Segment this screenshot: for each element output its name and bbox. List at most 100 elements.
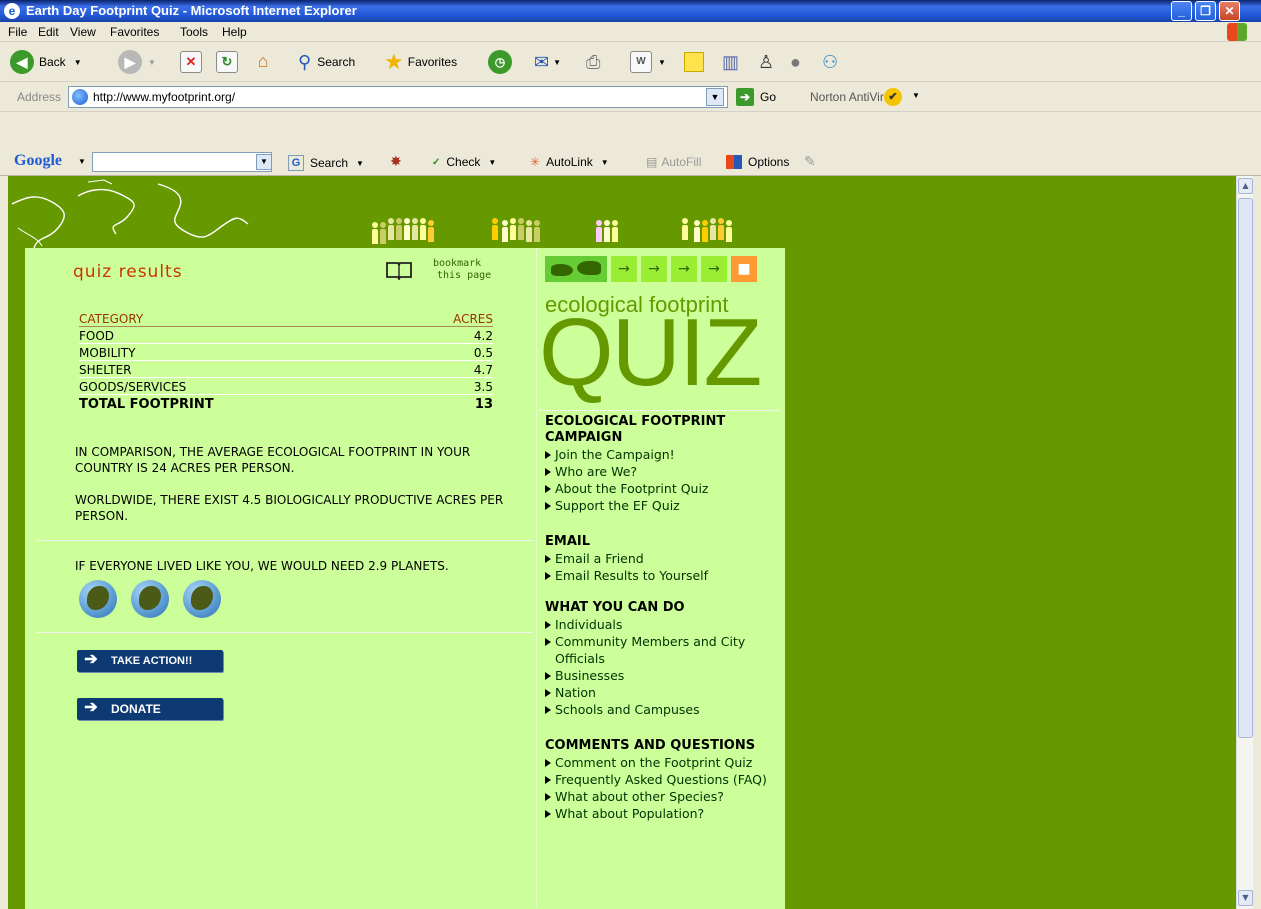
google-logo[interactable]: Google: [14, 152, 62, 170]
stop-button[interactable]: ✕: [180, 50, 202, 74]
check-dropdown-icon[interactable]: ▼: [488, 158, 496, 167]
quiz-step-4[interactable]: →: [701, 256, 727, 282]
options-button[interactable]: Options: [726, 155, 789, 169]
address-dropdown-icon[interactable]: ▼: [706, 88, 724, 106]
notes-button[interactable]: [684, 50, 704, 74]
menu-view[interactable]: View: [70, 25, 96, 39]
scroll-thumb[interactable]: [1238, 198, 1253, 738]
quiz-step-1[interactable]: →: [611, 256, 637, 282]
page-viewport: quiz results bookmark this page CATEGORY…: [8, 176, 1236, 909]
row-category: SHELTER: [79, 363, 132, 377]
world-map-outline: [11, 179, 249, 249]
link-about-quiz[interactable]: About the Footprint Quiz: [545, 480, 785, 497]
row-acres: 4.2: [473, 329, 493, 343]
messenger-person-icon: ♙: [758, 51, 775, 72]
link-nation[interactable]: Nation: [545, 684, 785, 701]
bookmark-text[interactable]: bookmark this page: [433, 258, 491, 282]
link-who-are-we[interactable]: Who are We?: [545, 463, 785, 480]
restore-button[interactable]: ❐: [1195, 1, 1216, 21]
link-population[interactable]: What about Population?: [545, 805, 785, 822]
scroll-down-icon[interactable]: ▼: [1238, 890, 1253, 906]
link-join-campaign[interactable]: Join the Campaign!: [545, 446, 785, 463]
research-button[interactable]: ▥: [722, 50, 739, 74]
table-row: SHELTER 4.7: [79, 361, 493, 378]
google-menu-dropdown-icon[interactable]: ▼: [78, 157, 86, 166]
back-arrow-icon: ◀: [10, 50, 34, 74]
link-email-friend[interactable]: Email a Friend: [545, 550, 785, 567]
back-dropdown-icon[interactable]: ▼: [74, 58, 82, 67]
go-button[interactable]: ➔ Go: [736, 88, 776, 106]
google-search-input[interactable]: [92, 152, 272, 172]
vertical-scrollbar[interactable]: ▲ ▼: [1236, 176, 1253, 909]
minimize-button[interactable]: _: [1171, 1, 1192, 21]
link-schools[interactable]: Schools and Campuses: [545, 701, 785, 718]
mail-button[interactable]: ✉ ▼: [534, 50, 561, 74]
google-toolbar: Google ▼ ▼ G Search ▼ ✸ ✓ Check ▼ ✳ Auto…: [0, 148, 1261, 176]
link-support-quiz[interactable]: Support the EF Quiz: [545, 497, 785, 514]
home-button[interactable]: ⌂: [252, 50, 274, 74]
world-map-icon[interactable]: [545, 256, 607, 282]
content-panel: quiz results bookmark this page CATEGORY…: [25, 248, 785, 909]
link-individuals[interactable]: Individuals: [545, 616, 785, 633]
address-input[interactable]: http://www.myfootprint.org/: [68, 86, 728, 108]
row-category: GOODS/SERVICES: [79, 380, 187, 394]
open-book-icon: [386, 262, 412, 280]
messenger-button[interactable]: ♙: [758, 50, 774, 74]
forward-dropdown-icon[interactable]: ▼: [148, 58, 156, 67]
quiz-step-2[interactable]: →: [641, 256, 667, 282]
donate-label: DONATE: [111, 702, 161, 716]
google-search-dropdown-icon[interactable]: ▼: [356, 159, 364, 168]
autolink-label: AutoLink: [546, 155, 593, 169]
take-action-button[interactable]: ➔ TAKE ACTION!!: [77, 650, 223, 672]
mail-dropdown-icon[interactable]: ▼: [553, 58, 561, 67]
link-faq[interactable]: Frequently Asked Questions (FAQ): [545, 771, 785, 788]
menu-edit[interactable]: Edit: [38, 25, 59, 39]
contacts-button[interactable]: ⚇: [822, 50, 838, 74]
google-search-button[interactable]: G Search ▼: [288, 155, 364, 171]
refresh-button[interactable]: ↻: [216, 50, 238, 74]
history-button[interactable]: ◷: [488, 50, 512, 74]
menu-tools[interactable]: Tools: [180, 25, 208, 39]
menu-help[interactable]: Help: [222, 25, 247, 39]
discuss-button[interactable]: ●: [790, 50, 801, 74]
highlight-pen-icon[interactable]: ✎: [804, 153, 816, 170]
menu-file[interactable]: File: [8, 25, 27, 39]
discuss-bubble-icon: ●: [790, 51, 801, 72]
menu-favorites[interactable]: Favorites: [110, 25, 159, 39]
link-businesses[interactable]: Businesses: [545, 667, 785, 684]
pagerank-icon[interactable]: ✸: [390, 153, 402, 170]
edit-button[interactable]: W ▼: [630, 50, 666, 74]
link-email-results[interactable]: Email Results to Yourself: [545, 567, 785, 584]
norton-icon[interactable]: ✔: [884, 88, 902, 106]
bookmark-link[interactable]: bookmark this page: [385, 258, 491, 282]
google-search-label: Search: [310, 156, 349, 170]
search-button[interactable]: ⚲ Search: [298, 50, 355, 74]
autolink-button[interactable]: ✳ AutoLink ▼: [530, 155, 609, 169]
forward-button[interactable]: ▶ ▼: [118, 50, 156, 74]
total-value: 13: [474, 397, 493, 412]
autofill-button[interactable]: ▤ AutoFill: [646, 155, 701, 169]
print-button[interactable]: ⎙: [586, 50, 600, 74]
print-icon: ⎙: [586, 51, 601, 72]
scroll-up-icon[interactable]: ▲: [1238, 178, 1253, 194]
quiz-step-current[interactable]: ■: [731, 256, 757, 282]
link-community[interactable]: Community Members and City Officials: [545, 633, 785, 667]
spell-check-button[interactable]: ✓ Check ▼: [432, 155, 496, 169]
favorites-button[interactable]: ★ Favorites: [384, 49, 457, 74]
autolink-dropdown-icon[interactable]: ▼: [601, 158, 609, 167]
people-figures-strip: [368, 218, 768, 248]
link-comment-quiz[interactable]: Comment on the Footprint Quiz: [545, 754, 785, 771]
back-button[interactable]: ◀ Back ▼: [10, 50, 82, 74]
home-icon: ⌂: [257, 51, 269, 71]
word-edit-icon: W: [630, 51, 652, 73]
google-input-dropdown-icon[interactable]: ▼: [256, 154, 272, 170]
edit-dropdown-icon[interactable]: ▼: [658, 58, 666, 67]
norton-dropdown-icon[interactable]: ▼: [912, 91, 920, 100]
section-divider: [37, 632, 533, 633]
bookmark-line-2: this page: [437, 270, 492, 281]
quiz-step-3[interactable]: →: [671, 256, 697, 282]
donate-button[interactable]: ➔ DONATE: [77, 698, 223, 720]
arrow-right-icon: ➔: [84, 699, 98, 716]
close-button[interactable]: ✕: [1219, 1, 1240, 21]
link-other-species[interactable]: What about other Species?: [545, 788, 785, 805]
